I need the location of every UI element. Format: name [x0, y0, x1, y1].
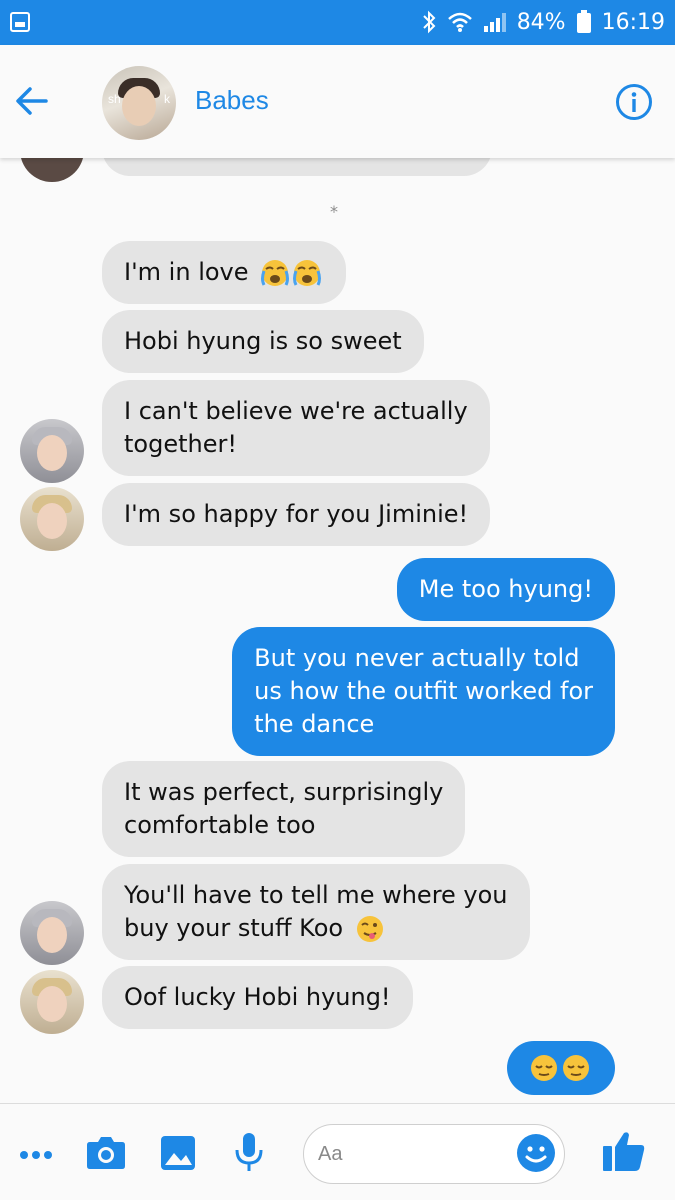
message-bubble-outgoing[interactable]: But you never actually told us how the o…	[232, 627, 615, 756]
message-bubble-incoming[interactable]: It was perfect, surprisingly comfortable…	[102, 761, 466, 857]
thumbs-up-icon	[603, 1132, 645, 1171]
message-input[interactable]	[318, 1139, 518, 1169]
message-composer	[0, 1103, 675, 1200]
signal-icon	[483, 13, 506, 32]
bluetooth-icon	[422, 10, 436, 34]
back-button[interactable]	[14, 83, 50, 119]
message-bubble-incoming[interactable]: I'm in love	[102, 241, 347, 304]
avatar	[20, 158, 84, 182]
message-bubble-incoming[interactable]: Oof lucky Hobi hyung!	[102, 966, 413, 1029]
camera-icon	[87, 1137, 125, 1169]
message-bubble-partial	[102, 158, 492, 176]
like-button[interactable]	[602, 1130, 646, 1176]
image-icon	[161, 1136, 195, 1170]
message-input-wrapper	[303, 1124, 565, 1184]
loudly-crying-face-icon	[261, 260, 322, 286]
relieved-face-icon	[531, 1055, 589, 1081]
wifi-icon	[447, 12, 472, 32]
info-button[interactable]	[615, 83, 653, 121]
battery-percent: 84%	[516, 9, 566, 35]
message-bubble-outgoing[interactable]	[507, 1041, 615, 1095]
camera-button[interactable]	[86, 1134, 126, 1174]
avatar[interactable]	[20, 487, 84, 551]
gallery-button[interactable]	[160, 1135, 196, 1175]
winking-face-with-tongue-icon	[356, 916, 383, 942]
avatar[interactable]	[20, 970, 84, 1034]
microphone-button[interactable]	[234, 1132, 264, 1176]
timestamp-divider: *	[330, 202, 338, 221]
message-list[interactable]: * I'm in love Hobi hyung is so sweet I c…	[0, 158, 675, 1103]
message-bubble-outgoing[interactable]: Me too hyung!	[396, 558, 615, 621]
avatar-overlay-text: sh k	[108, 92, 170, 106]
clock: 16:19	[601, 9, 665, 35]
avatar[interactable]	[20, 901, 84, 965]
emoji-icon	[517, 1134, 555, 1172]
status-icons: 84% 16:19	[421, 8, 665, 36]
message-bubble-incoming[interactable]: You'll have to tell me where you buy you…	[102, 864, 530, 960]
battery-icon	[576, 10, 591, 33]
info-icon	[616, 84, 652, 120]
status-bar: 84% 16:19	[0, 0, 675, 45]
contact-name[interactable]: Babes	[195, 85, 269, 116]
arrow-left-icon	[16, 87, 48, 115]
emoji-button[interactable]	[516, 1133, 556, 1173]
message-bubble-incoming[interactable]: Hobi hyung is so sweet	[102, 310, 424, 373]
avatar[interactable]	[20, 419, 84, 483]
contact-avatar[interactable]: sh k	[102, 66, 176, 140]
gallery-icon	[10, 12, 30, 32]
message-bubble-incoming[interactable]: I can't believe we're actually together!	[102, 380, 490, 476]
more-button[interactable]	[18, 1146, 54, 1165]
more-icon	[20, 1151, 52, 1159]
conversation-header: sh k Babes	[0, 45, 675, 158]
microphone-icon	[235, 1133, 263, 1171]
message-bubble-incoming[interactable]: I'm so happy for you Jiminie!	[102, 483, 491, 546]
